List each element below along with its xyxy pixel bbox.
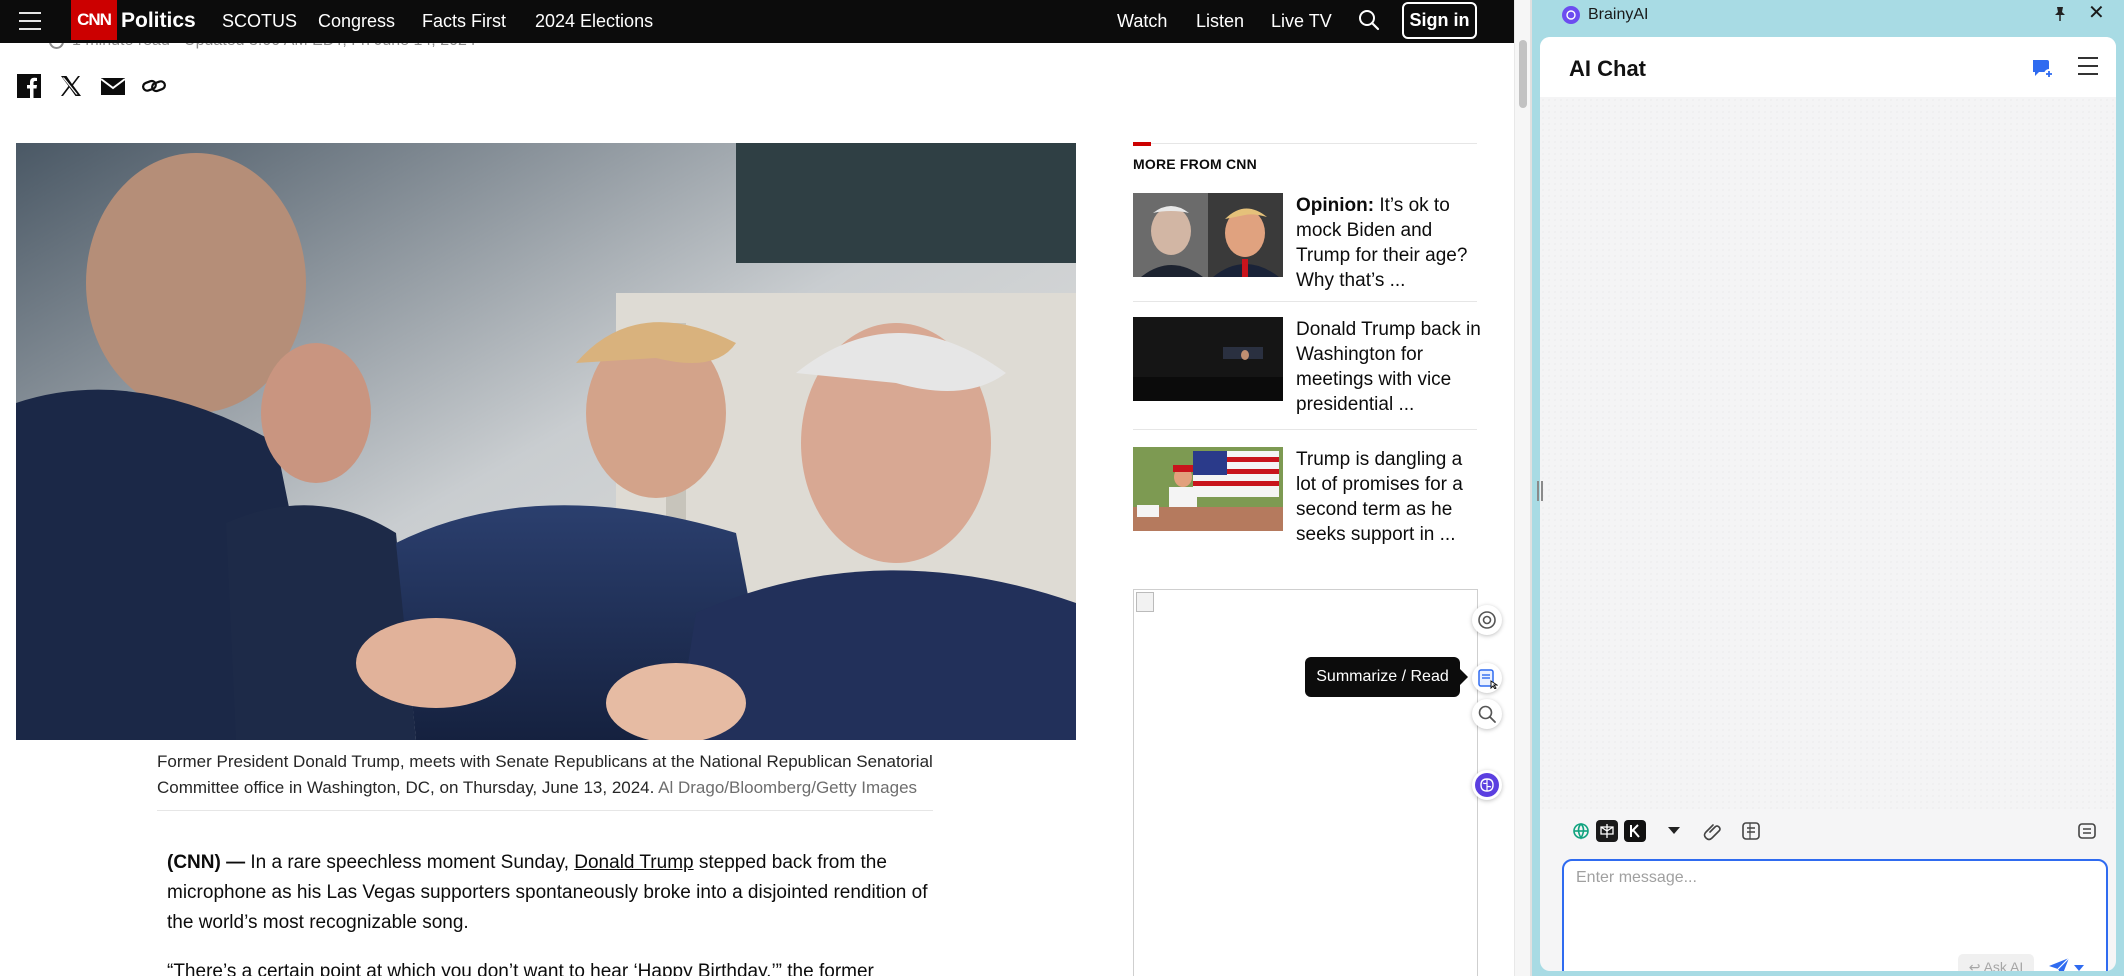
pin-icon[interactable] [2052,6,2068,22]
ad-placeholder [1133,589,1478,976]
chatgpt-model-icon[interactable] [1570,820,1592,842]
hero-photo [16,143,1076,740]
brainy-launcher-button[interactable] [1472,770,1502,800]
article-paragraph: (CNN) — In a rare speechless moment Sund… [167,848,947,938]
brainy-panel: BrainyAI ✕ AI Chat ↩ [1532,0,2124,976]
panel-titlebar: BrainyAI ✕ [1532,0,2124,30]
nav-link-live-tv[interactable]: Live TV [1271,11,1332,32]
message-input[interactable] [1576,869,2096,939]
story-thumbnail[interactable] [1133,317,1283,401]
article-dateline: (CNN) — [167,852,246,873]
story-divider [1133,429,1477,430]
brain-icon [1475,773,1499,797]
search-icon[interactable] [1358,9,1380,31]
send-options-icon[interactable] [2074,965,2084,971]
section-title[interactable]: Politics [121,9,196,33]
story-headline[interactable]: Trump is dangling a lot of promises for … [1296,447,1481,547]
story-text: Trump is dangling a lot of promises for … [1296,449,1463,545]
nav-link-listen[interactable]: Listen [1196,11,1244,32]
chat-menu-icon[interactable] [2078,57,2098,75]
story-text: Donald Trump back in Washington for meet… [1296,319,1481,415]
article-paragraph-2: “There’s a certain point at which you do… [167,961,874,976]
close-icon[interactable]: ✕ [2088,3,2105,23]
image-caption: Former President Donald Trump, meets wit… [157,749,933,801]
nav-link-facts-first[interactable]: Facts First [422,11,506,32]
story-divider [1133,301,1477,302]
chat-messages-area [1540,97,2116,809]
more-from-cnn-title: MORE FROM CNN [1133,156,1257,172]
caption-divider [157,810,933,811]
cnn-page: 1 minute read · Updated 3:00 AM EDT, Fri… [0,0,1514,976]
tooltip: Summarize / Read [1305,657,1468,697]
chat-toolbar [1540,809,2116,857]
story-thumbnail[interactable] [1133,447,1283,531]
facebook-icon[interactable] [16,73,42,99]
app-name: BrainyAI [1588,6,1649,23]
zoom-tool-button[interactable] [1472,699,1502,729]
attach-icon[interactable] [1702,820,1724,842]
ask-ai-button[interactable]: ↩ Ask AI [1958,954,2034,971]
chat-title: AI Chat [1569,56,1646,81]
model-k-icon[interactable] [1624,820,1646,842]
hero-image [16,143,1076,740]
link-icon[interactable] [141,73,167,99]
summarize-read-button[interactable] [1472,663,1502,693]
sign-in-button[interactable]: Sign in [1402,2,1477,39]
perplexity-model-icon[interactable] [1596,820,1618,842]
resize-handle[interactable] [1537,481,1543,501]
brainy-logo-icon [1562,6,1580,24]
nav-link-congress[interactable]: Congress [318,11,395,32]
page-scrollbar[interactable] [1514,0,1530,976]
nav-link-scotus[interactable]: SCOTUS [222,11,297,32]
cnn-logo[interactable]: CNN [71,0,117,40]
new-chat-icon[interactable] [2030,56,2054,80]
story-headline[interactable]: Opinion: It’s ok to mock Biden and Trump… [1296,193,1481,293]
zoom-icon [1478,705,1496,723]
chat-card: AI Chat ↩ Ask AI [1540,37,2116,971]
story-thumbnail[interactable] [1133,193,1283,277]
chat-header: AI Chat [1540,37,2116,97]
message-input-box[interactable]: ↩ Ask AI [1562,859,2108,971]
article-text: In a rare speechless moment Sunday, [245,852,575,873]
story-prefix: Opinion: [1296,195,1375,216]
nav-link-2024-elections[interactable]: 2024 Elections [535,11,653,32]
send-icon[interactable] [2048,957,2070,971]
broken-image-icon [1136,592,1154,612]
email-icon[interactable] [100,73,126,99]
scrollbar-thumb[interactable] [1519,40,1527,108]
nav-link-watch[interactable]: Watch [1117,11,1167,32]
summarize-icon [1478,669,1498,689]
article-link-donald-trump[interactable]: Donald Trump [574,852,693,873]
section-accent-bar [1133,142,1151,146]
top-navigation: CNN Politics SCOTUS Congress Facts First… [0,0,1514,43]
settings-icon [1478,611,1496,629]
menu-icon[interactable] [19,12,41,30]
settings-tool-button[interactable] [1472,605,1502,635]
chat-settings-icon[interactable] [2076,820,2098,842]
model-dropdown-icon[interactable] [1668,827,1680,834]
section-divider [1151,143,1477,144]
x-icon[interactable] [58,73,84,99]
prompt-library-icon[interactable] [1740,820,1762,842]
caption-credit: Al Drago/Bloomberg/Getty Images [658,778,918,797]
story-headline[interactable]: Donald Trump back in Washington for meet… [1296,317,1481,417]
